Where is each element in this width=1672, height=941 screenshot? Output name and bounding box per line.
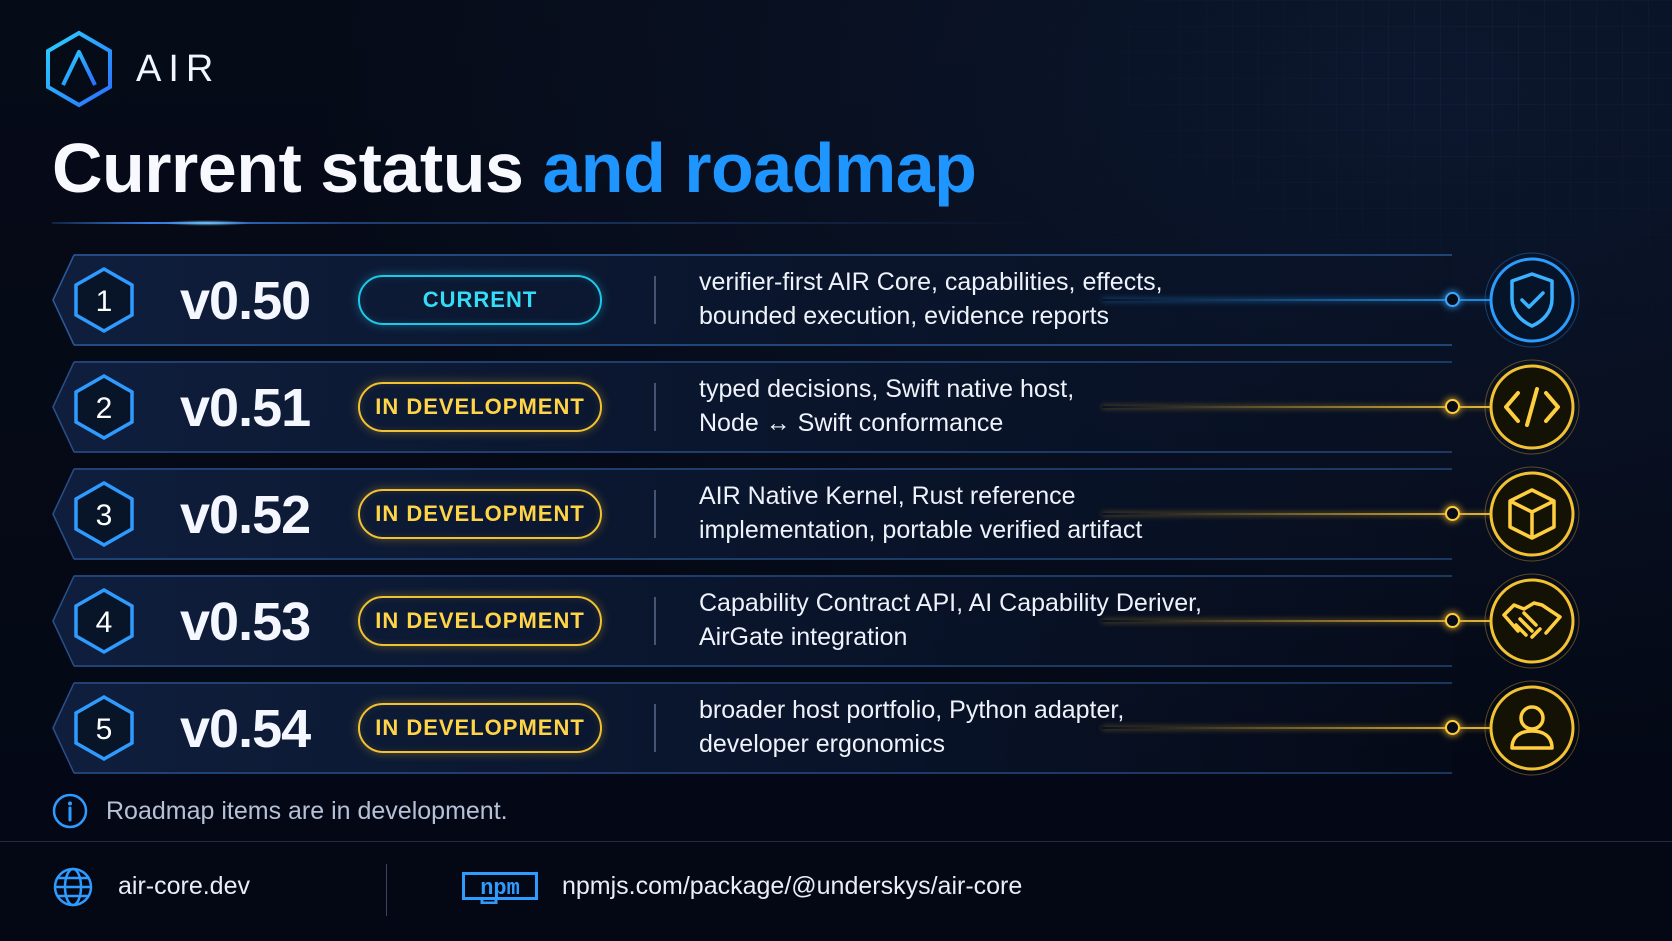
number-hexagon: 1	[74, 266, 134, 334]
description-line-2: AirGate integration	[699, 623, 908, 651]
row-number: 4	[96, 606, 113, 639]
version-label: v0.52	[180, 485, 311, 545]
connector-dot	[1445, 506, 1460, 521]
row-number: 3	[96, 499, 113, 532]
number-hexagon: 3	[74, 480, 134, 548]
divider	[654, 704, 656, 752]
cube-icon	[1484, 466, 1580, 562]
description-line-2: Node ↔ Swift conformance	[699, 409, 1004, 437]
description-line-2: developer ergonomics	[699, 730, 945, 758]
footer: air-core.dev npm npmjs.com/package/@unde…	[52, 860, 1452, 920]
version-label: v0.53	[180, 592, 311, 652]
status-badge: IN DEVELOPMENT	[358, 703, 602, 753]
roadmap-row-3: 3 v0.52 IN DEVELOPMENT AIR Native Kernel…	[52, 466, 1652, 562]
info-icon	[52, 793, 88, 829]
roadmap-row-2: 2 v0.51 IN DEVELOPMENT typed decisions, …	[52, 359, 1652, 455]
roadmap-row-1: 1 v0.50 CURRENT verifier-first AIR Core,…	[52, 252, 1652, 348]
page-title: Current status and roadmap	[52, 128, 977, 208]
roadmap-row-4: 4 v0.53 IN DEVELOPMENT Capability Contra…	[52, 573, 1652, 669]
description-line-1: verifier-first AIR Core, capabilities, e…	[699, 268, 1163, 296]
title-part-2: and roadmap	[542, 129, 977, 207]
version-label: v0.51	[180, 378, 311, 438]
connector-dot	[1445, 399, 1460, 414]
divider	[654, 490, 656, 538]
divider	[654, 383, 656, 431]
roadmap-row-5: 5 v0.54 IN DEVELOPMENT broader host port…	[52, 680, 1652, 776]
footnote-text: Roadmap items are in development.	[106, 796, 508, 825]
description-line-2: bounded execution, evidence reports	[699, 302, 1110, 330]
brand-logo: AIR	[44, 30, 220, 108]
globe-icon	[53, 867, 93, 907]
description-line-1: typed decisions, Swift native host,	[699, 375, 1075, 403]
code-icon	[1484, 359, 1580, 455]
status-badge: IN DEVELOPMENT	[358, 382, 602, 432]
version-label: v0.54	[180, 699, 311, 759]
title-underline	[52, 220, 1042, 226]
number-hexagon: 5	[74, 694, 134, 762]
footer-divider	[0, 841, 1672, 842]
status-badge: CURRENT	[358, 275, 602, 325]
shield-check-icon	[1484, 252, 1580, 348]
footer-separator	[386, 864, 387, 916]
brand-name: AIR	[136, 47, 221, 90]
row-number: 1	[96, 285, 113, 318]
row-number: 2	[96, 392, 113, 425]
description-line-1: Capability Contract API, AI Capability D…	[699, 589, 1203, 617]
status-badge: IN DEVELOPMENT	[358, 596, 602, 646]
number-hexagon: 4	[74, 587, 134, 655]
handshake-icon	[1484, 573, 1580, 669]
air-hexagon-logo-icon	[46, 30, 112, 108]
connector-dot	[1445, 720, 1460, 735]
status-badge: IN DEVELOPMENT	[358, 489, 602, 539]
number-hexagon: 2	[74, 373, 134, 441]
divider	[654, 276, 656, 324]
user-icon	[1484, 680, 1580, 776]
website-link[interactable]: air-core.dev	[118, 872, 250, 901]
description-line-1: broader host portfolio, Python adapter,	[699, 696, 1125, 724]
npm-wordmark: npm	[480, 876, 520, 901]
divider	[654, 597, 656, 645]
npm-package-link[interactable]: npmjs.com/package/@underskys/air-core	[562, 872, 1022, 901]
version-label: v0.50	[180, 271, 311, 331]
footnote: Roadmap items are in development.	[52, 793, 508, 829]
title-part-1: Current status	[52, 129, 524, 207]
connector-dot	[1445, 613, 1460, 628]
description-line-2: implementation, portable verified artifa…	[699, 516, 1143, 544]
row-number: 5	[96, 713, 113, 746]
connector-dot	[1445, 292, 1460, 307]
npm-icon: npm	[462, 872, 538, 904]
description-line-1: AIR Native Kernel, Rust reference	[699, 482, 1076, 510]
